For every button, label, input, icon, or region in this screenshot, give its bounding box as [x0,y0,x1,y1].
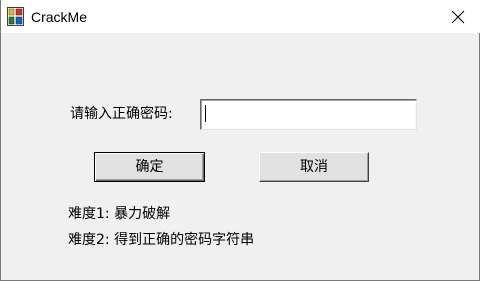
crackme-window: CrackMe 请输入正确密码: 确定 取消 难度1: 暴力破解 难度2: 得到… [0,0,480,281]
cancel-button[interactable]: 取消 [259,152,369,182]
title-bar[interactable]: CrackMe [1,0,480,33]
difficulty-2-text: 难度2: 得到正确的密码字符串 [68,232,255,248]
difficulty-1-text: 难度1: 暴力破解 [68,206,171,222]
close-button[interactable] [435,0,480,33]
ok-button[interactable]: 确定 [94,152,205,182]
mfc-app-icon [7,7,24,26]
password-label: 请输入正确密码: [70,106,173,122]
password-input[interactable] [200,99,417,130]
close-icon [451,10,465,24]
text-caret [205,105,206,122]
window-title: CrackMe [31,9,88,25]
